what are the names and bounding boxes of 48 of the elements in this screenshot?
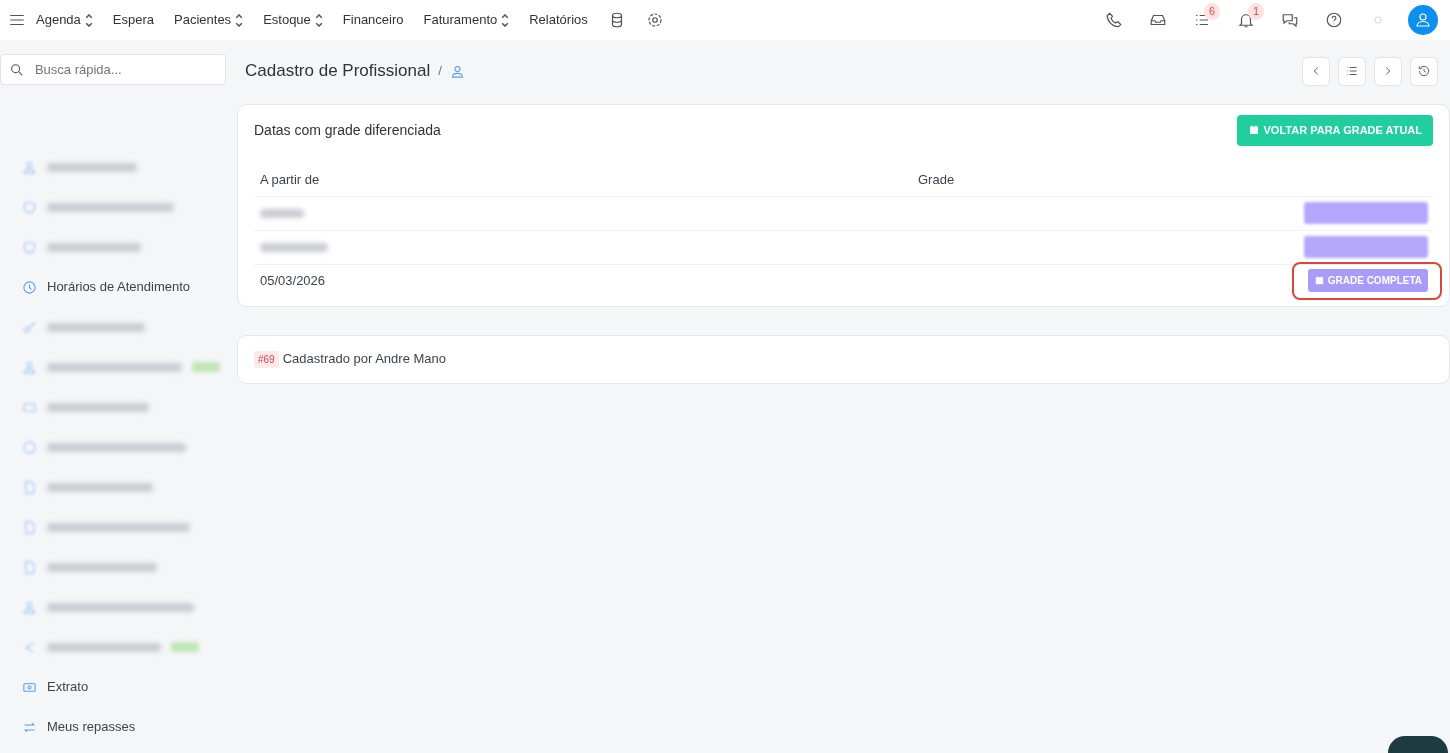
- nav-menu-item[interactable]: Financeiro: [332, 10, 414, 30]
- search-field[interactable]: Busca rápida...: [0, 54, 226, 85]
- notification-count: 6: [1204, 3, 1221, 20]
- user-icon: [22, 159, 37, 175]
- calendar-icon: [1313, 275, 1325, 286]
- bell-icon: [1237, 11, 1255, 29]
- help-icon: [1325, 11, 1343, 29]
- nav-menu-item[interactable]: Espera: [102, 10, 165, 30]
- card-title: Datas com grade diferenciada: [254, 120, 441, 140]
- shield-icon: [22, 239, 37, 255]
- nav-menu-item[interactable]: Pacientes: [164, 10, 254, 30]
- sidebar-item[interactable]: Extrato: [47, 677, 89, 697]
- sidebar-item[interactable]: Horários de Atendimento: [47, 277, 191, 297]
- breadcrumb-separator: /: [438, 62, 442, 81]
- nav-menu-item[interactable]: Relatórios: [519, 10, 598, 30]
- list-button[interactable]: [1338, 56, 1366, 86]
- id-tag: #69: [254, 350, 279, 368]
- phone-icon: [1105, 11, 1123, 29]
- history-button[interactable]: [1410, 56, 1438, 86]
- document-icon: [22, 519, 37, 535]
- avatar-button[interactable]: [1408, 5, 1438, 35]
- list-icon: [1345, 64, 1359, 78]
- users-icon: [22, 599, 37, 615]
- clock-icon: [22, 279, 37, 295]
- created-by-text: Cadastrado por Andre Mano: [282, 350, 446, 369]
- user-icon: [22, 359, 37, 375]
- nav-menu-item[interactable]: Estoque: [253, 10, 333, 30]
- search-input[interactable]: Busca rápida...: [32, 55, 217, 84]
- shield-icon: [22, 199, 37, 215]
- nav-menu-item[interactable]: Agenda: [26, 10, 103, 30]
- nav-menu-item[interactable]: Faturamento: [413, 10, 520, 30]
- column-header: A partir de: [260, 170, 321, 189]
- settings-icon: [645, 11, 664, 29]
- user-icon: [1414, 11, 1432, 29]
- document-icon: [22, 479, 37, 495]
- sidebar-item[interactable]: Meus repasses: [47, 717, 136, 737]
- column-header: Grade: [918, 170, 955, 189]
- page-title: Cadastro de Profissional: [245, 60, 431, 83]
- circle-icon: [22, 439, 37, 455]
- chat-icon: [1281, 11, 1299, 29]
- history-icon: [1417, 64, 1431, 78]
- chat-button[interactable]: [1388, 736, 1448, 753]
- notification-count: 1: [1248, 3, 1265, 20]
- key-icon: [22, 319, 37, 335]
- calendar-icon: [1247, 124, 1260, 137]
- user-icon: [449, 63, 465, 79]
- document-icon: [22, 559, 37, 575]
- date-cell-text: 05/03/2026: [260, 272, 326, 291]
